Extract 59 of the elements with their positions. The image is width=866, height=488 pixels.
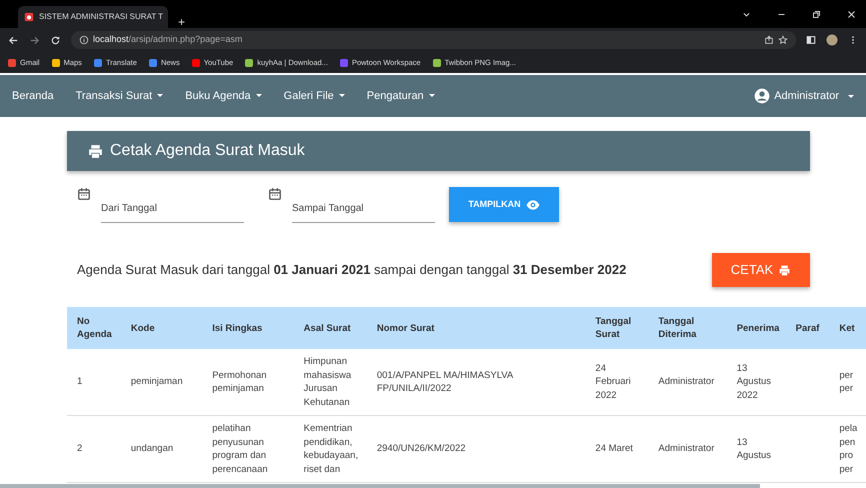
table-cell: Administrator	[658, 376, 714, 388]
browser-tab[interactable]: SISTEM ADMINISTRASI SURAT T	[18, 6, 168, 28]
date-field[interactable]: Sampai Tanggal	[292, 187, 435, 223]
info-icon	[79, 35, 89, 45]
nav-link[interactable]: Beranda	[12, 88, 54, 104]
nav-link[interactable]: Transaksi Surat	[76, 88, 164, 104]
printer-icon	[87, 142, 104, 160]
column-header: Kode	[120, 307, 202, 349]
close-icon[interactable]	[847, 10, 856, 18]
address-field[interactable]: localhost/arsip/admin.php?page=asm	[71, 31, 796, 49]
table-cell: pela pen pro per	[839, 423, 858, 474]
table-cell: per per	[839, 370, 854, 394]
page-title: Cetak Agenda Surat Masuk	[110, 141, 305, 161]
column-header: Tanggal Surat	[585, 307, 648, 349]
summary-text: Agenda Surat Masuk dari tanggal 01 Januari 2021 sampai dengan tanggal 31 Desember 2022	[76, 261, 626, 280]
user-menu[interactable]: Administrator	[754, 88, 854, 104]
restore-icon[interactable]	[812, 10, 821, 18]
table-cell: 1	[77, 376, 82, 388]
table-cell: Kementrian pendidikan, kebudayaan, riset dan	[304, 423, 358, 474]
table-cell: 13 Agustus 2022	[736, 362, 772, 401]
back-icon[interactable]	[8, 34, 19, 46]
printer-icon	[778, 264, 792, 276]
forward-icon[interactable]	[29, 34, 40, 46]
reload-icon[interactable]	[50, 34, 61, 46]
table-cell: 13 Agustus	[736, 436, 772, 461]
nav-link[interactable]: Buku Agenda	[185, 88, 262, 104]
table-cell: 001/A/PANPEL MA/HIMASYLVA FP/UNILA/II/2022	[376, 370, 513, 394]
table-cell: Himpunan mahasiswa Jurusan Kehutanan	[304, 356, 352, 408]
column-header: Asal Surat	[294, 307, 367, 349]
user-icon	[754, 88, 770, 104]
column-header: Tanggal Diterima	[648, 307, 727, 349]
table-cell: Permohonan peminjaman	[212, 370, 267, 394]
nav-link[interactable]: Galeri File	[284, 88, 345, 104]
table-cell: 2	[77, 443, 82, 454]
column-header: Penerima	[726, 307, 786, 349]
avatar-icon[interactable]	[826, 34, 838, 46]
calendar-icon	[77, 187, 91, 201]
url-text: localhost/arsip/admin.php?page=asm	[93, 33, 242, 46]
table-cell: Administrator	[658, 443, 714, 454]
table-cell: pelatihan penyusunan program dan perencanaan	[212, 423, 268, 474]
calendar-icon	[268, 187, 282, 201]
page-icon	[24, 12, 34, 22]
table-cell: 24 Maret	[595, 443, 633, 454]
nav-link[interactable]: Pengaturan	[366, 88, 435, 104]
date-field[interactable]: Dari Tanggal	[101, 187, 244, 223]
table-cell: 24 Februari 2022	[595, 362, 631, 401]
column-header: Isi Ringkas	[202, 307, 294, 349]
column-header: Ket	[829, 307, 866, 349]
new-tab-button[interactable]: +	[178, 16, 186, 28]
table-cell: peminjaman	[130, 376, 183, 388]
table-cell: 2940/UN26/KM/2022	[376, 443, 466, 454]
column-header: Nomor Surat	[366, 307, 586, 349]
star-icon[interactable]	[778, 35, 788, 45]
column-header: Paraf	[786, 307, 830, 349]
share-icon[interactable]	[764, 35, 774, 45]
column-header: No Agenda	[67, 307, 121, 349]
eye-icon	[526, 198, 540, 212]
table-cell: undangan	[130, 443, 174, 454]
side-panel-icon[interactable]	[806, 35, 816, 45]
